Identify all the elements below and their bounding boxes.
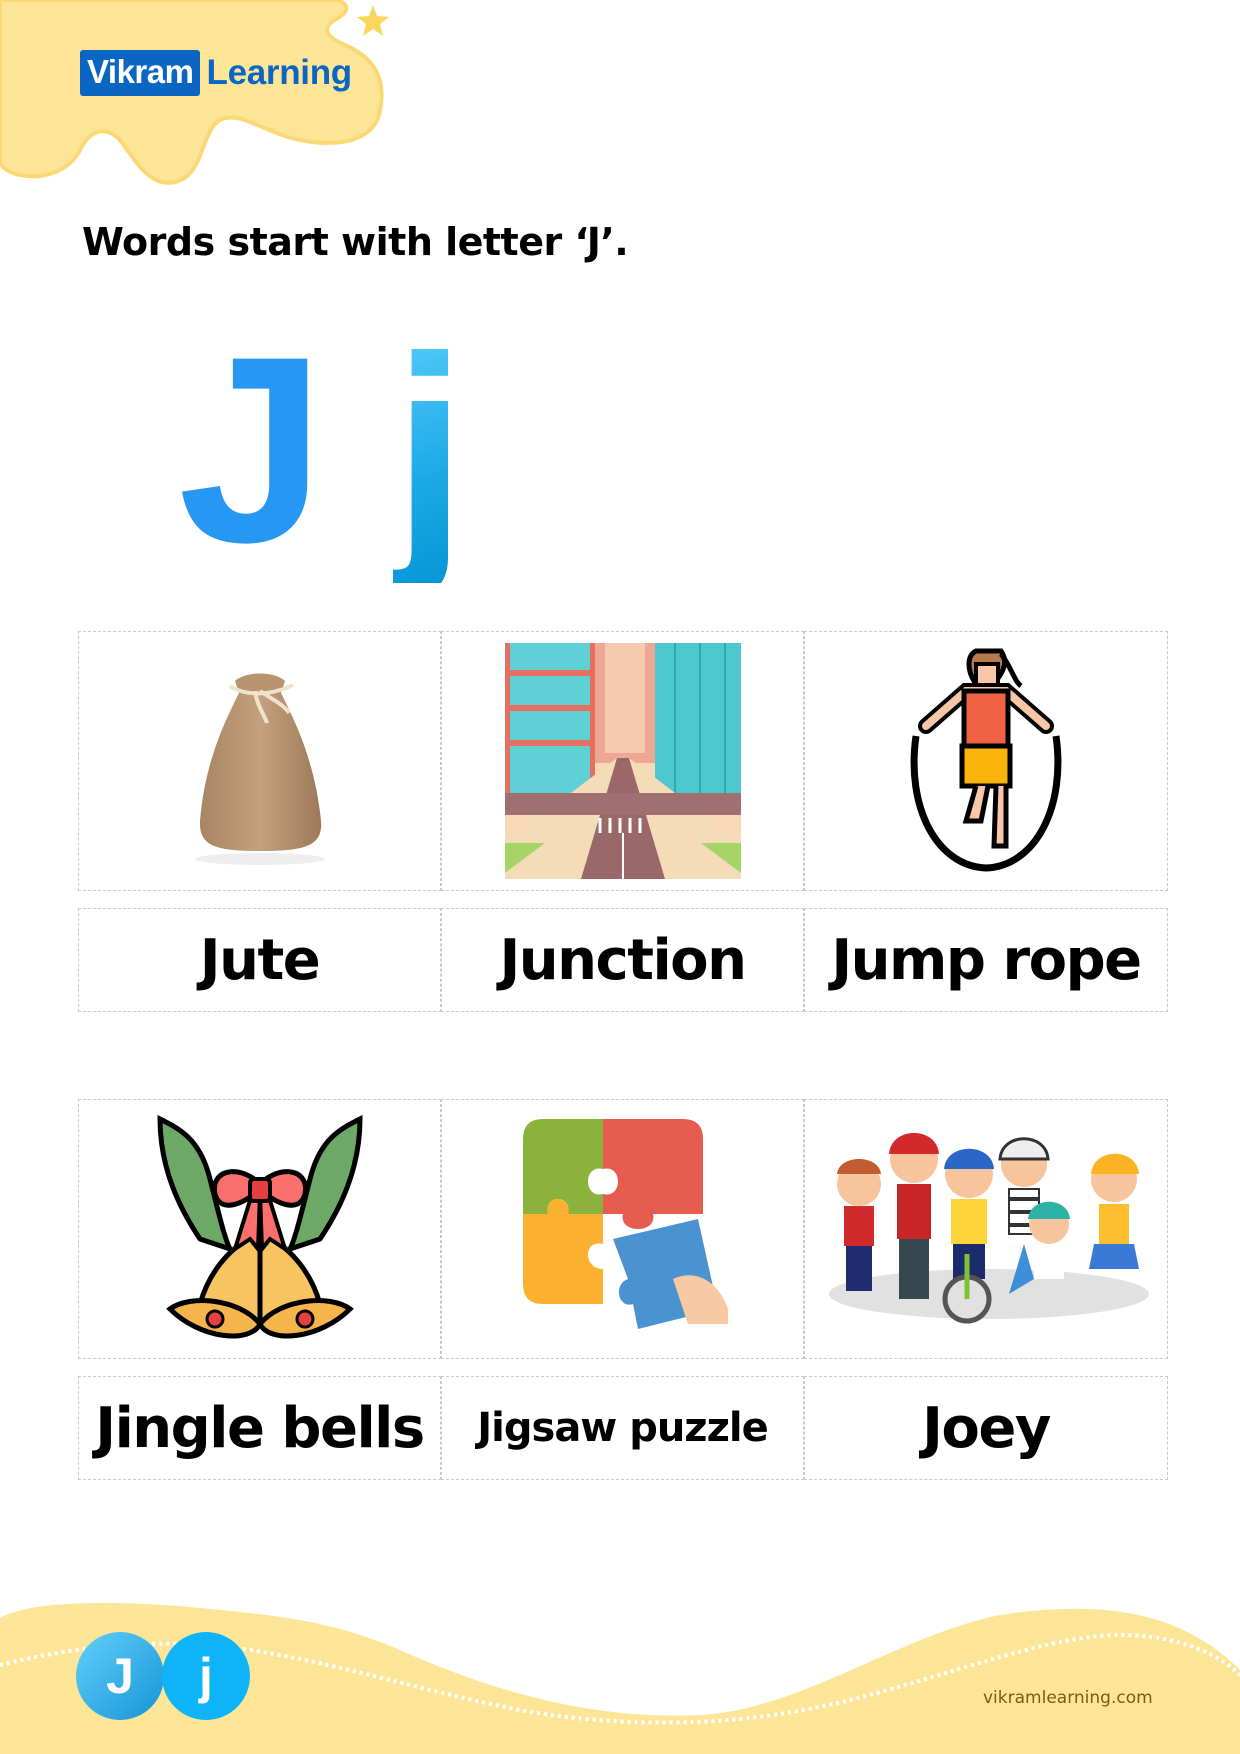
- big-letter-uppercase: J: [178, 302, 326, 598]
- brand-logo-vikram: Vikram: [80, 50, 201, 96]
- picture-cell: [441, 631, 804, 891]
- city-junction-icon: [504, 643, 741, 879]
- word-cell: Jingle bells: [78, 1376, 441, 1480]
- word-label: Jump rope: [831, 927, 1142, 993]
- word-label: Jigsaw puzzle: [477, 1405, 768, 1451]
- picture-cell: [78, 631, 441, 891]
- word-label: Jute: [199, 927, 321, 993]
- picture-cell: [804, 631, 1168, 891]
- word-cell: Joey: [804, 1376, 1168, 1480]
- word-grid-2-labels: Jingle bells Jigsaw puzzle Joey: [78, 1376, 1168, 1480]
- word-cell: Junction: [441, 908, 804, 1012]
- word-label: Junction: [499, 927, 747, 993]
- word-grid-2-images: [78, 1099, 1168, 1359]
- picture-cell: [78, 1099, 441, 1359]
- footer-badge-lowercase: j: [162, 1632, 250, 1720]
- jingle-bells-icon: [156, 1114, 363, 1339]
- word-grid-1-images: [78, 631, 1168, 891]
- brand-logo-learning: Learning: [206, 53, 352, 92]
- jute-sack-icon: [194, 673, 325, 865]
- star-icon: [357, 5, 389, 36]
- word-grid-1-labels: Jute Junction Jump rope: [78, 908, 1168, 1012]
- big-letter-lowercase: j: [393, 302, 467, 598]
- brand-logo: Vikram Learning: [80, 50, 352, 96]
- website-link[interactable]: vikramlearning.com: [983, 1688, 1153, 1708]
- footer-badge-uppercase: J: [76, 1632, 164, 1720]
- word-cell: Jute: [78, 908, 441, 1012]
- word-cell: Jump rope: [804, 908, 1168, 1012]
- kids-group-icon: [829, 1133, 1149, 1324]
- worksheet-title: Words start with letter ‘J’.: [82, 220, 629, 264]
- word-label: Joey: [922, 1395, 1051, 1461]
- word-cell: Jigsaw puzzle: [441, 1376, 804, 1480]
- picture-cell: [804, 1099, 1168, 1359]
- word-label: Jingle bells: [95, 1395, 425, 1461]
- picture-cell: [441, 1099, 804, 1359]
- jump-rope-icon: [910, 648, 1062, 872]
- jigsaw-puzzle-icon: [522, 1119, 728, 1329]
